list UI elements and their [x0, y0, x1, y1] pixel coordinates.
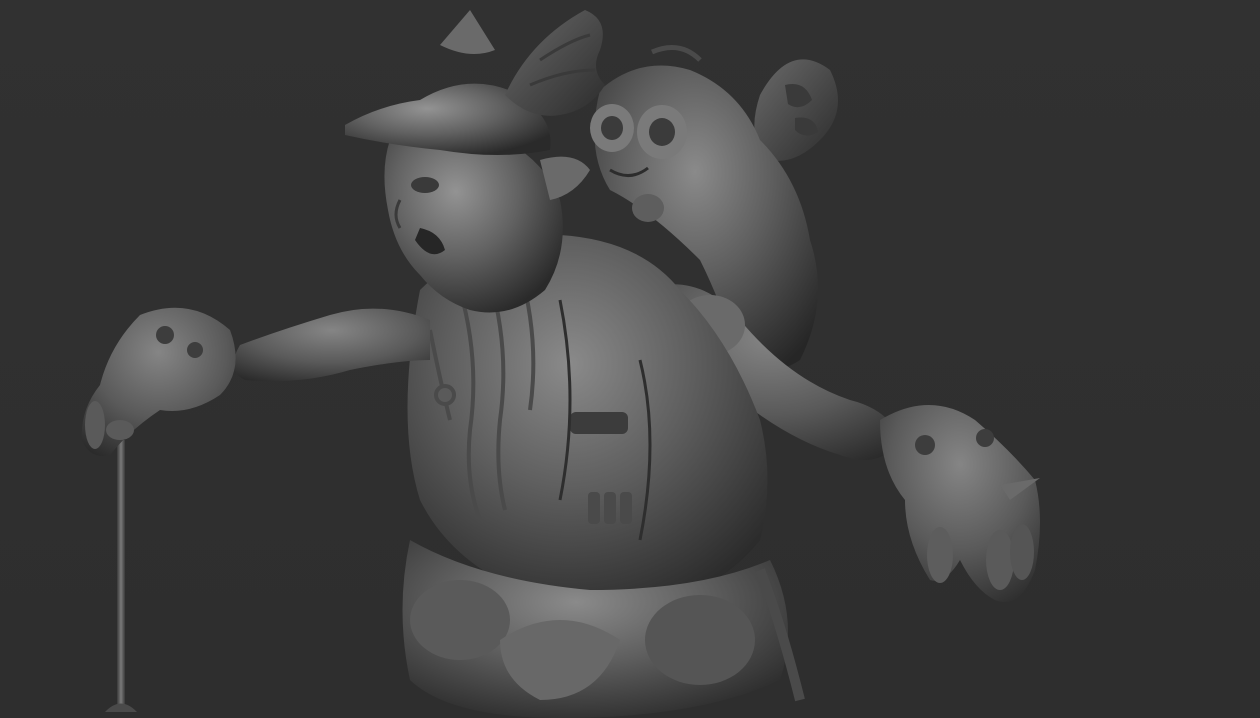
sculpt-viewport[interactable]	[0, 0, 1260, 718]
sculpt-render	[0, 0, 1260, 718]
